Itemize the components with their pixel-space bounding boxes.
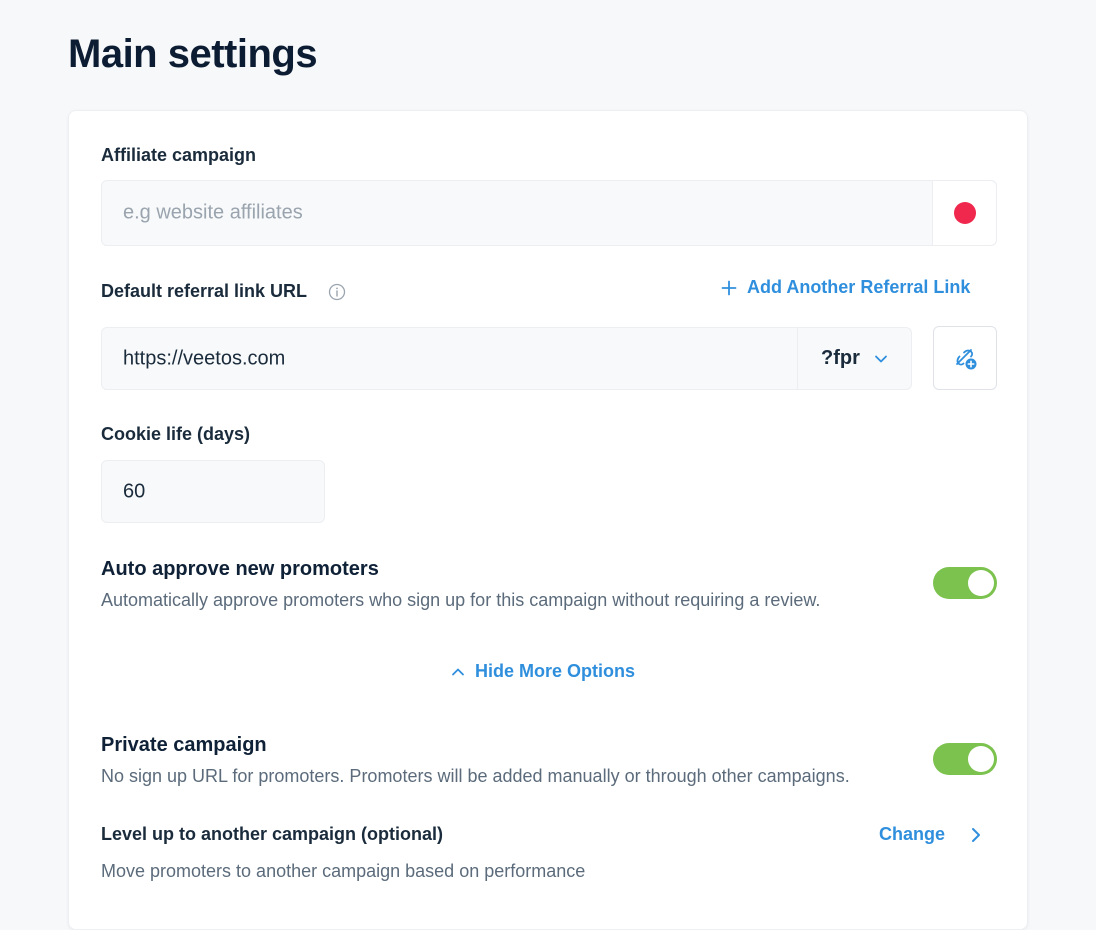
private-campaign-description: No sign up URL for promoters. Promoters …: [101, 766, 850, 786]
toggle-knob: [968, 746, 994, 772]
private-campaign-toggle[interactable]: [933, 743, 997, 775]
auto-approve-description: Automatically approve promoters who sign…: [101, 590, 821, 610]
link-settings-button[interactable]: [933, 326, 997, 390]
level-up-change-button[interactable]: Change: [879, 824, 981, 845]
level-up-title: Level up to another campaign (optional): [101, 824, 444, 844]
referral-url-field: ?fpr: [101, 327, 912, 390]
main-settings-card: Affiliate campaign Default referral link…: [68, 110, 1028, 930]
auto-approve-toggle[interactable]: [933, 567, 997, 599]
hide-more-options-button[interactable]: Hide More Options: [451, 661, 635, 682]
hide-more-options-label: Hide More Options: [475, 661, 636, 681]
chevron-right-icon: [972, 827, 981, 842]
campaign-color-picker[interactable]: [932, 181, 996, 245]
affiliate-campaign-input[interactable]: [123, 201, 839, 225]
level-up-description: Move promoters to another campaign based…: [101, 861, 586, 881]
referral-url-input[interactable]: [123, 347, 763, 370]
info-circle-icon[interactable]: [328, 283, 346, 301]
chevron-up-icon: [452, 668, 464, 675]
change-label: Change: [879, 824, 946, 844]
referral-param-select[interactable]: ?fpr: [797, 328, 911, 389]
affiliate-campaign-field: [101, 180, 997, 246]
campaign-color-dot[interactable]: [953, 202, 976, 224]
add-referral-link-button[interactable]: Add Another Referral Link: [721, 277, 970, 298]
plus-icon: [721, 280, 737, 295]
page-title: Main settings: [68, 32, 318, 76]
chevron-down-icon: [875, 355, 887, 362]
toggle-knob: [968, 570, 994, 596]
cookie-life-input[interactable]: [123, 480, 303, 503]
add-referral-link-label: Add Another Referral Link: [747, 277, 971, 297]
auto-approve-title: Auto approve new promoters: [101, 558, 379, 580]
private-campaign-title: Private campaign: [101, 734, 267, 756]
affiliate-campaign-label: Affiliate campaign: [101, 145, 257, 165]
referral-link-label: Default referral link URL: [101, 281, 308, 301]
link-settings-icon: [956, 349, 977, 370]
referral-param-value: ?fpr: [821, 347, 860, 369]
cookie-life-label: Cookie life (days): [101, 424, 251, 444]
cookie-life-field: [101, 460, 325, 523]
